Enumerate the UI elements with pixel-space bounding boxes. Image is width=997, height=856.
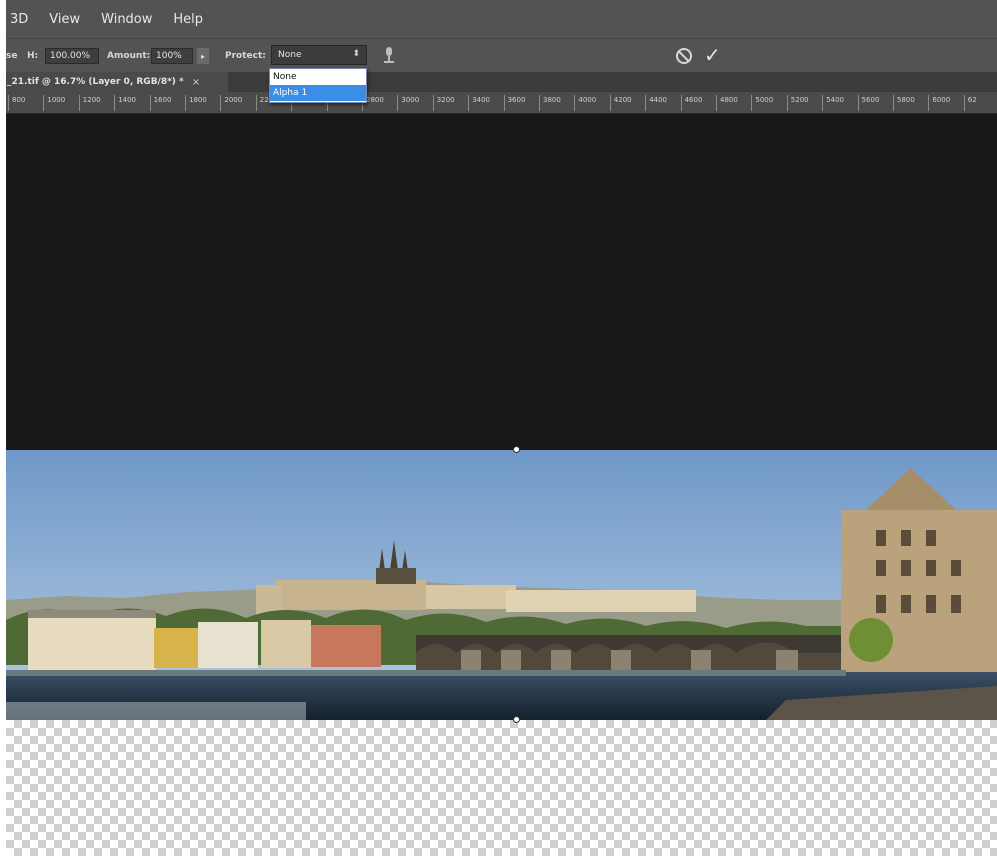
protect-option-none[interactable]: None xyxy=(270,69,366,85)
document-tab[interactable]: _21.tif @ 16.7% (Layer 0, RGB/8*) * × xyxy=(6,72,228,92)
cancel-icon[interactable] xyxy=(676,48,692,64)
protect-dropdown-list: None Alpha 1 xyxy=(269,68,367,103)
protect-label: Protect: xyxy=(225,51,266,61)
transparent-canvas-area[interactable] xyxy=(6,720,997,856)
height-field[interactable]: 100.00% xyxy=(45,48,99,64)
menu-help[interactable]: Help xyxy=(173,12,203,27)
ruler-tick: 5000 xyxy=(751,95,773,111)
ruler-tick: 2000 xyxy=(220,95,242,111)
menu-view[interactable]: View xyxy=(49,12,80,27)
document-tab-title: _21.tif @ 16.7% (Layer 0, RGB/8*) * xyxy=(7,77,184,87)
height-label: H: xyxy=(27,51,39,61)
ruler-tick: 3800 xyxy=(539,95,561,111)
protect-select[interactable]: None ⬍ xyxy=(271,45,367,65)
ruler-tick: 62 xyxy=(963,95,977,111)
ruler-tick: 3400 xyxy=(468,95,490,111)
options-bar: se H: 100.00% Amount: 100% ▸ Protect: No… xyxy=(6,38,997,72)
ruler-tick: 5200 xyxy=(786,95,809,111)
close-icon[interactable]: × xyxy=(192,77,200,88)
ruler-tick: 4600 xyxy=(680,95,702,111)
ruler-tick: 1600 xyxy=(149,95,171,111)
ruler-tick: 1200 xyxy=(78,95,101,111)
ruler-tick: 1800 xyxy=(185,95,207,111)
ruler-tick: 3000 xyxy=(397,95,419,111)
amount-field[interactable]: 100% xyxy=(151,48,193,64)
amount-stepper[interactable]: ▸ xyxy=(197,48,209,64)
mic-icon[interactable] xyxy=(383,47,395,65)
menu-bar: 3D View Window Help xyxy=(6,0,997,38)
panorama-image[interactable] xyxy=(6,450,997,720)
ruler-tick: 1400 xyxy=(114,95,136,111)
ruler-tick: 5800 xyxy=(893,95,915,111)
prague-panorama-graphic xyxy=(6,450,997,720)
horizontal-ruler: 8001000120014001600180020002200240026002… xyxy=(6,92,997,114)
canvas-empty-area[interactable] xyxy=(6,114,997,450)
ruler-tick: 4400 xyxy=(645,95,667,111)
protect-select-value: None xyxy=(278,50,302,60)
document-tab-bar: _21.tif @ 16.7% (Layer 0, RGB/8*) * × xyxy=(6,72,997,92)
menu-3d[interactable]: 3D xyxy=(10,12,28,27)
ruler-tick: 5600 xyxy=(857,95,879,111)
ruler-tick: 5400 xyxy=(822,95,844,111)
menu-window[interactable]: Window xyxy=(101,12,152,27)
transform-handle-top[interactable] xyxy=(513,446,520,453)
protect-option-alpha1[interactable]: Alpha 1 xyxy=(270,85,366,101)
ruler-tick: 6000 xyxy=(928,95,950,111)
ruler-tick: 4000 xyxy=(574,95,596,111)
ruler-tick: 3200 xyxy=(432,95,455,111)
ruler-tick: 800 xyxy=(8,95,25,111)
tool-label: se xyxy=(6,51,18,61)
amount-label: Amount: xyxy=(107,51,151,61)
transform-handle-bottom[interactable] xyxy=(513,716,520,723)
ruler-tick: 4200 xyxy=(609,95,632,111)
chevron-updown-icon: ⬍ xyxy=(352,49,360,59)
ruler-tick: 4800 xyxy=(716,95,738,111)
ruler-tick: 1000 xyxy=(43,95,65,111)
ruler-tick: 3600 xyxy=(503,95,525,111)
commit-icon[interactable]: ✓ xyxy=(704,43,721,67)
